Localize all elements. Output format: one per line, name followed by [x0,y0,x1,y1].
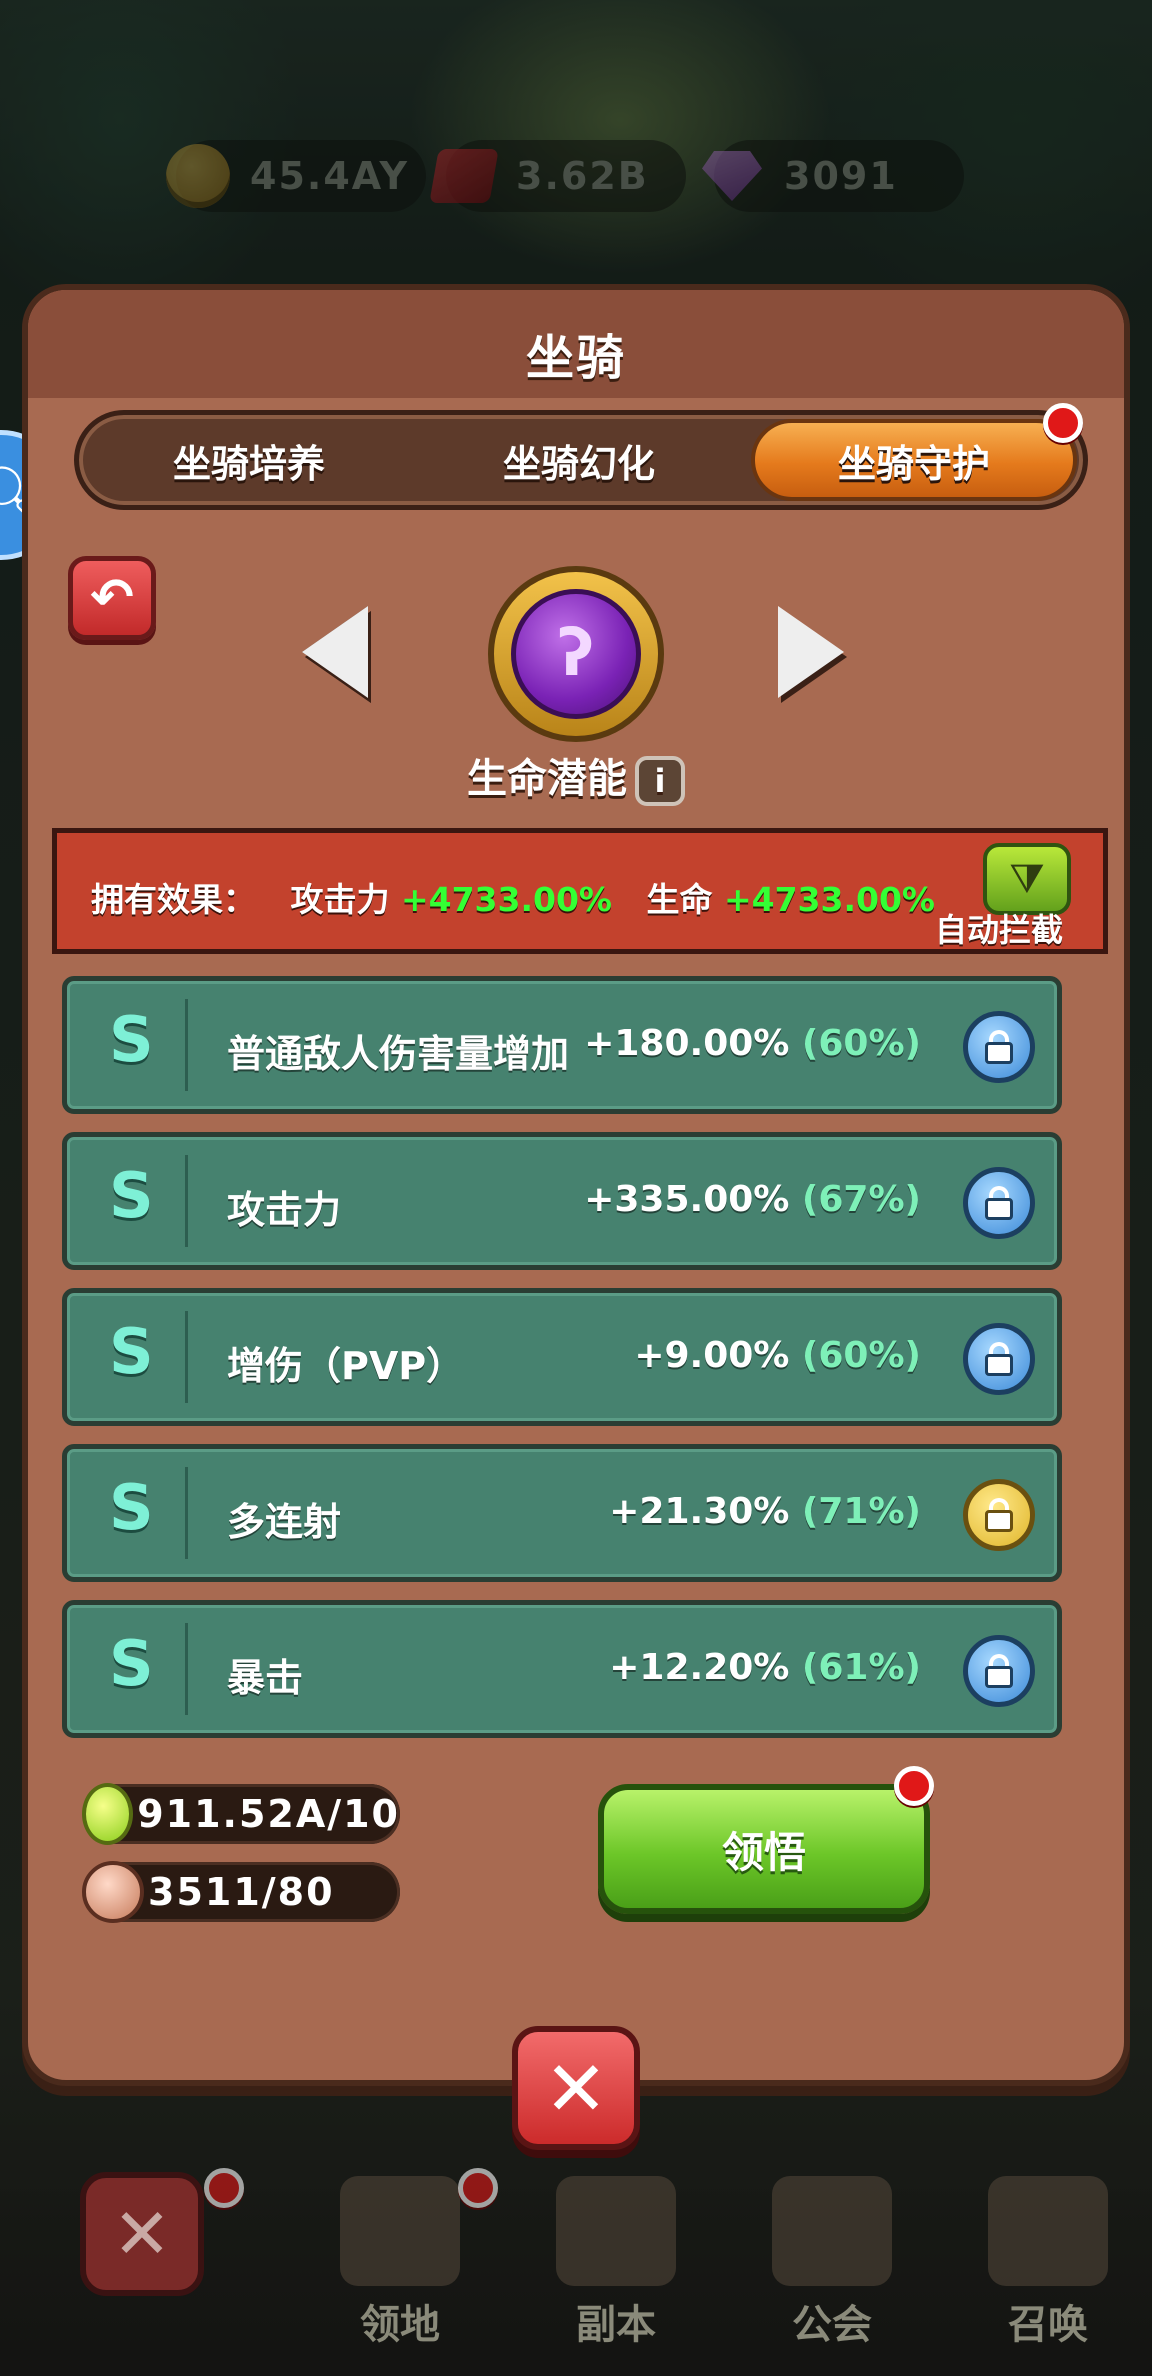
stat-name: 普通敌人伤害量增加 [227,1032,570,1076]
tab-mount-guard[interactable]: 坐骑守护 [751,419,1077,501]
attack-value: +4733.00% [400,880,612,919]
effects-label: 拥有效果： [91,880,256,919]
info-button[interactable]: i [635,756,685,806]
filter-icon: ⧩ [1009,856,1045,902]
stat-amount: +335.00% [584,1179,790,1220]
notification-dot [204,2168,244,2208]
notification-dot [1043,403,1083,443]
stat-percent: (60%) [801,1023,921,1064]
lock-icon[interactable] [963,1011,1035,1083]
stat-row: S 增伤（PVP） +9.00% (60%) [62,1288,1062,1426]
panel-title: 坐骑 [525,330,626,386]
stat-name: 暴击 [227,1656,304,1700]
nav-guild-label: 公会 [792,2302,872,2348]
lock-icon[interactable] [963,1635,1035,1707]
grade-label: S [109,1627,154,1700]
stat-row: S 普通敌人伤害量增加 +180.00% (60%) [62,976,1062,1114]
lock-icon[interactable] [963,1167,1035,1239]
nav-guild[interactable]: 公会 [732,2166,932,2356]
lock-cost: 3511/80 [82,1861,400,1923]
tab-mount-training[interactable]: 坐骑培养 [99,415,399,505]
stat-value: +12.20% (61%) [609,1647,921,1688]
notification-dot [458,2168,498,2208]
lock-icon[interactable] [963,1323,1035,1395]
stat-percent: (71%) [801,1491,921,1532]
life-potential-icon: ʔ [511,589,641,719]
stat-amount: +21.30% [609,1491,790,1532]
stat-amount: +9.00% [634,1335,790,1376]
stat-name: 增伤（PVP） [227,1344,465,1388]
nav-summon[interactable]: 召唤 [948,2166,1148,2356]
back-button[interactable]: ↶ [68,556,156,640]
stat-row: S 攻击力 +335.00% (67%) [62,1132,1062,1270]
stat-percent: (67%) [801,1179,921,1220]
lock-icon[interactable] [963,1479,1035,1551]
life-label: 生命 [646,880,713,919]
stat-value: +180.00% (60%) [584,1023,921,1064]
nav-territory-label: 领地 [360,2302,440,2348]
row-divider [185,1467,188,1559]
gem-cost: 911.52A/10 [82,1783,400,1845]
row-divider [185,1623,188,1715]
nav-dungeon[interactable]: 副本 [516,2166,716,2356]
owned-effects-text: 拥有效果： 攻击力 +4733.00% 生命 +4733.00% [91,873,935,921]
grade-label: S [109,1159,154,1232]
stat-percent: (60%) [801,1335,921,1376]
nav-dungeon-label: 副本 [576,2302,656,2348]
row-divider [185,1311,188,1403]
previous-arrow-icon[interactable] [302,606,368,698]
grade-label: S [109,1315,154,1388]
emblem-name-label: 生命潜能 [467,756,627,802]
back-arrow-icon: ↶ [90,568,134,628]
nav-close-icon: ✕ [80,2172,204,2296]
stat-name: 多连射 [227,1500,342,1544]
nav-summon-label: 召唤 [1008,2302,1088,2348]
lock-stone-icon [82,1861,144,1923]
grade-label: S [109,1003,154,1076]
gem-cost-value: 911.52A/10 [137,1792,400,1836]
owned-effects-bar: 拥有效果： 攻击力 +4733.00% 生命 +4733.00% ⧩ 自动拦截 [52,828,1108,954]
stat-value: +335.00% (67%) [584,1179,921,1220]
close-icon: ✕ [544,2043,608,2133]
stat-row: S 暴击 +12.20% (61%) [62,1600,1062,1738]
summon-icon [988,2176,1108,2286]
stat-amount: +12.20% [609,1647,790,1688]
stat-percent: (61%) [801,1647,921,1688]
bottom-nav: ✕ 领地 副本 公会 召唤 [0,2156,1152,2376]
close-button[interactable]: ✕ [512,2026,640,2150]
stat-name: 攻击力 [227,1188,342,1232]
stat-value: +9.00% (60%) [634,1335,921,1376]
dungeon-icon [556,2176,676,2286]
cost-area: 911.52A/10 3511/80 领悟 [82,1766,1144,1964]
next-arrow-icon[interactable] [778,606,844,698]
grade-label: S [109,1471,154,1544]
attack-label: 攻击力 [290,880,390,919]
comprehend-button[interactable]: 领悟 [598,1784,930,1914]
stat-value: +21.30% (71%) [609,1491,921,1532]
row-divider [185,999,188,1091]
emblem-name: 生命潜能 i [28,746,1124,806]
tab-mount-transform[interactable]: 坐骑幻化 [429,415,729,505]
potential-emblem: ʔ [488,566,664,742]
guild-icon [772,2176,892,2286]
stat-amount: +180.00% [584,1023,790,1064]
life-value: +4733.00% [723,880,935,919]
notification-dot [894,1766,934,1806]
mount-panel: 坐骑 坐骑培养 坐骑幻化 坐骑守护 ↶ ʔ 生命潜能 i 拥有效果： 攻击力 +4… [22,284,1130,2086]
tab-bar: 坐骑培养 坐骑幻化 坐骑守护 [74,403,1088,510]
lock-cost-value: 3511/80 [148,1870,335,1914]
row-divider [185,1155,188,1247]
stats-list: S 普通敌人伤害量增加 +180.00% (60%) S 攻击力 +335.00… [62,976,1062,1756]
stat-row: S 多连射 +21.30% (71%) [62,1444,1062,1582]
green-gem-icon [82,1783,134,1845]
territory-icon [340,2176,460,2286]
auto-intercept-label[interactable]: 自动拦截 [935,905,1063,951]
